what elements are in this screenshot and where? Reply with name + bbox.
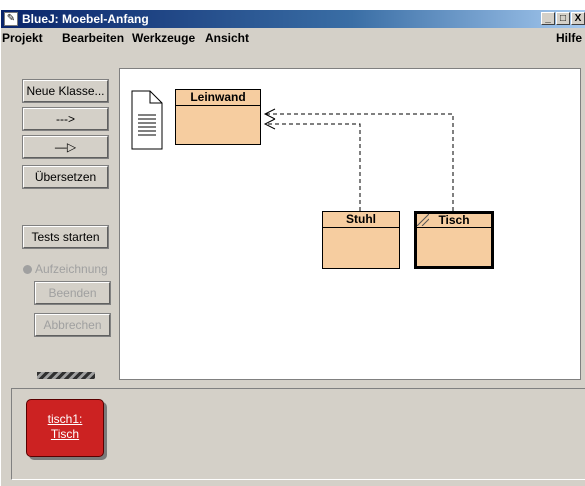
class-leinwand[interactable]: Leinwand bbox=[175, 89, 261, 145]
menu-bar: Projekt Bearbeiten Werkzeuge Ansicht Hil… bbox=[1, 28, 585, 48]
end-recording-button[interactable]: Beenden bbox=[34, 281, 111, 305]
compile-button[interactable]: Übersetzen bbox=[22, 165, 109, 189]
class-name-leinwand: Leinwand bbox=[176, 90, 260, 106]
menu-ansicht[interactable]: Ansicht bbox=[205, 31, 249, 45]
close-button[interactable]: X bbox=[571, 12, 585, 25]
readme-document-icon[interactable] bbox=[131, 90, 163, 150]
run-tests-button[interactable]: Tests starten bbox=[22, 225, 109, 249]
class-stuhl[interactable]: Stuhl bbox=[322, 211, 400, 269]
menu-werkzeuge[interactable]: Werkzeuge bbox=[132, 31, 195, 45]
recording-label: Aufzeichnung bbox=[35, 262, 108, 276]
recording-indicator: Aufzeichnung bbox=[23, 262, 108, 276]
object-type-name: Tisch bbox=[50, 427, 80, 441]
resize-handle-icon[interactable] bbox=[417, 214, 429, 226]
class-tisch[interactable]: Tisch bbox=[414, 211, 494, 269]
class-name-stuhl: Stuhl bbox=[323, 212, 399, 228]
menu-hilfe[interactable]: Hilfe bbox=[556, 31, 582, 45]
object-tisch1[interactable]: tisch1: Tisch bbox=[26, 399, 104, 457]
bluej-app-icon: ✎ bbox=[4, 12, 18, 26]
title-bar[interactable]: ✎ BlueJ: Moebel-Anfang _ □ X bbox=[1, 10, 585, 28]
class-diagram-canvas[interactable]: Leinwand Stuhl Tisch bbox=[119, 68, 581, 380]
new-class-button[interactable]: Neue Klasse... bbox=[22, 79, 109, 103]
uses-arrow-button[interactable]: ---> bbox=[22, 107, 109, 131]
object-instance-name: tisch1: bbox=[47, 412, 83, 426]
bluej-window: ✎ BlueJ: Moebel-Anfang _ □ X Projekt Bea… bbox=[0, 10, 585, 486]
menu-projekt[interactable]: Projekt bbox=[2, 31, 43, 45]
object-bench: tisch1: Tisch bbox=[11, 388, 585, 480]
minimize-button[interactable]: _ bbox=[541, 12, 555, 25]
window-title: BlueJ: Moebel-Anfang bbox=[22, 12, 149, 26]
machine-activity-indicator bbox=[37, 372, 95, 379]
cancel-recording-button[interactable]: Abbrechen bbox=[34, 313, 111, 337]
menu-bearbeiten[interactable]: Bearbeiten bbox=[62, 31, 124, 45]
maximize-button[interactable]: □ bbox=[556, 12, 570, 25]
record-dot-icon bbox=[23, 265, 32, 274]
inherits-arrow-button[interactable]: —▷ bbox=[22, 135, 109, 159]
